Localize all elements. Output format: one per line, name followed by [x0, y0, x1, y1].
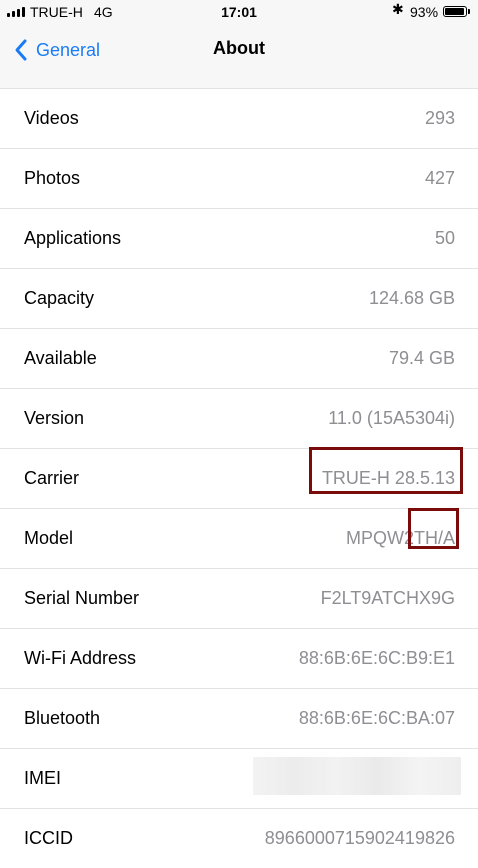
bluetooth-icon: ✱	[392, 2, 404, 18]
row-label: Videos	[24, 108, 79, 128]
row-value: 11.0 (15A5304i)	[328, 408, 455, 428]
row-label: Available	[24, 348, 97, 368]
imei-redacted-value	[253, 757, 461, 795]
row-label: Serial Number	[24, 588, 140, 608]
row-version: Version 11.0 (15A5304i)	[0, 389, 478, 449]
row-label: Applications	[24, 228, 122, 248]
row-value: 50	[434, 228, 455, 248]
row-label: Carrier	[24, 468, 80, 488]
row-serial-number: Serial Number F2LT9ATCHX9G	[0, 569, 478, 629]
row-videos: Videos 293	[0, 89, 478, 149]
row-value: 124.68 GB	[368, 288, 455, 308]
battery-percent: 93%	[410, 4, 439, 20]
row-value: 427	[424, 168, 455, 188]
row-bluetooth: Bluetooth 88:6B:6E:6C:BA:07	[0, 689, 478, 749]
battery-level-fill	[445, 8, 464, 15]
row-capacity: Capacity 124.68 GB	[0, 269, 478, 329]
row-imei: IMEI	[0, 749, 478, 809]
row-label: Photos	[24, 168, 81, 188]
row-label: Capacity	[24, 288, 95, 308]
row-label: Model	[24, 528, 74, 548]
row-value: 88:6B:6E:6C:B9:E1	[298, 648, 455, 668]
page-title: About	[213, 38, 265, 58]
row-label: ICCID	[24, 828, 73, 848]
row-photos: Photos 427	[0, 149, 478, 209]
row-model[interactable]: Model MPQW2TH/A	[0, 509, 478, 569]
row-label: Wi-Fi Address	[24, 648, 137, 668]
battery-icon	[443, 6, 467, 17]
row-value: F2LT9ATCHX9G	[320, 588, 455, 608]
row-label: Version	[24, 408, 85, 428]
row-available: Available 79.4 GB	[0, 329, 478, 389]
navigation-bar: General About	[0, 26, 478, 88]
row-iccid: ICCID 8966000715902419826	[0, 809, 478, 868]
row-value: 8966000715902419826	[264, 828, 455, 848]
status-time: 17:01	[221, 4, 257, 20]
row-value: 79.4 GB	[388, 348, 455, 368]
row-applications: Applications 50	[0, 209, 478, 269]
model-region-highlight-box	[408, 508, 459, 549]
row-wifi-address: Wi-Fi Address 88:6B:6E:6C:B9:E1	[0, 629, 478, 689]
row-label: IMEI	[24, 768, 62, 788]
row-label: Bluetooth	[24, 708, 101, 728]
carrier-value-highlight-box	[309, 447, 463, 494]
status-bar: TRUE-H 4G 17:01 ✱ 93%	[0, 0, 478, 26]
row-value: 88:6B:6E:6C:BA:07	[298, 708, 455, 728]
battery-tip	[468, 9, 470, 14]
row-value: 293	[424, 108, 455, 128]
